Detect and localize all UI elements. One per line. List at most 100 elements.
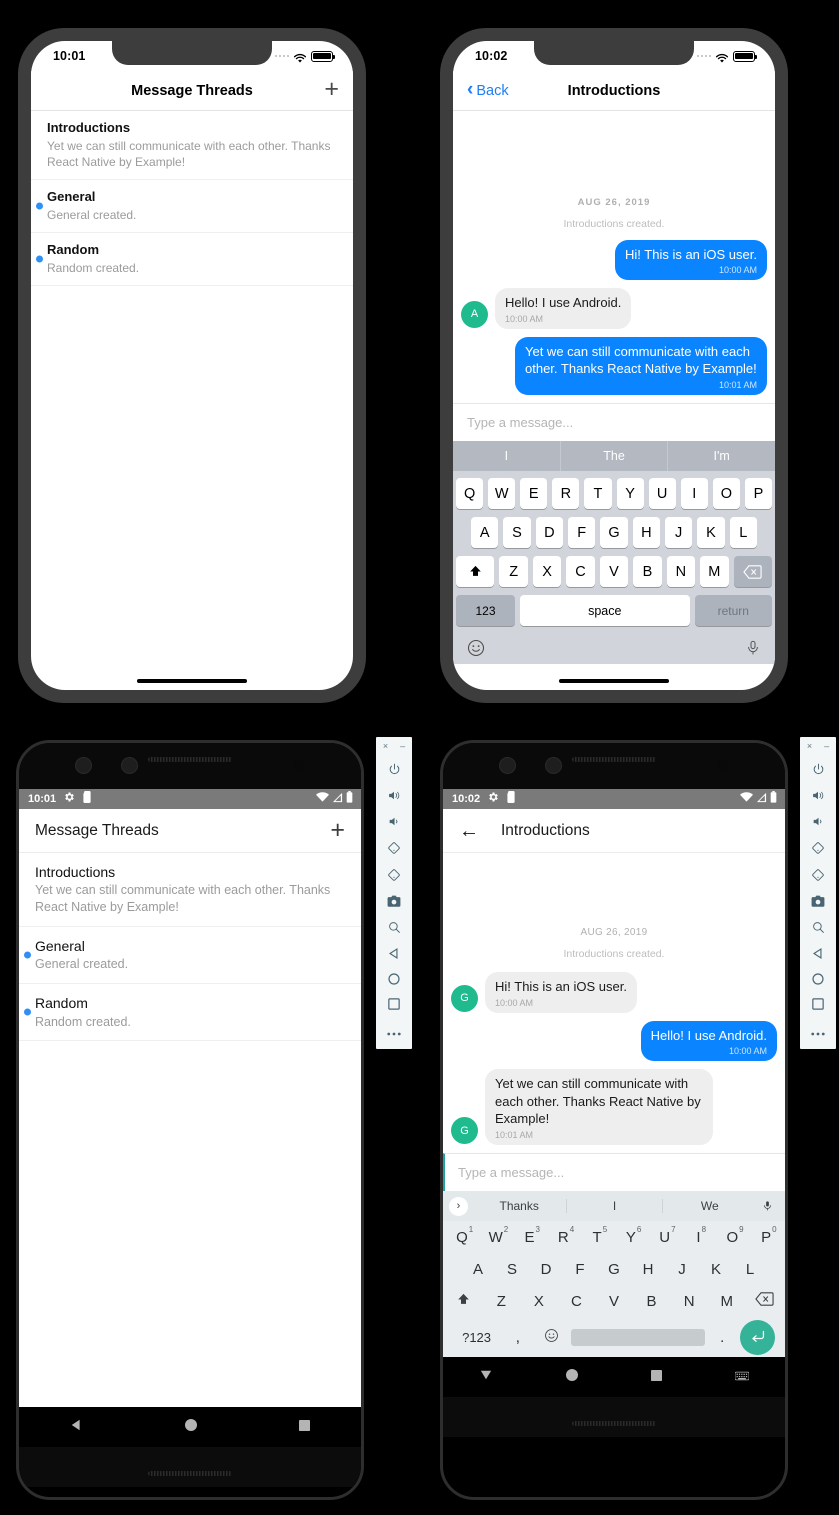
- recents-square-icon[interactable]: [299, 1418, 311, 1436]
- key-o[interactable]: O: [712, 478, 740, 509]
- numeric-key[interactable]: 123: [456, 595, 515, 626]
- suggestion-chip[interactable]: The: [561, 441, 669, 471]
- period-key[interactable]: .: [709, 1329, 736, 1346]
- camera-icon[interactable]: [811, 888, 825, 914]
- key-f[interactable]: F: [568, 517, 596, 548]
- minimize-icon[interactable]: –: [400, 742, 405, 751]
- home-icon[interactable]: [812, 966, 824, 991]
- key-a[interactable]: A: [471, 517, 499, 548]
- enter-icon[interactable]: [740, 1319, 775, 1355]
- key-e[interactable]: E3: [513, 1225, 547, 1246]
- key-z[interactable]: Z: [499, 556, 528, 587]
- back-triangle-icon[interactable]: [70, 1418, 84, 1437]
- chevron-right-icon[interactable]: ›: [449, 1196, 468, 1216]
- key-h[interactable]: H: [632, 517, 660, 548]
- shift-icon[interactable]: [445, 1292, 483, 1311]
- key-q[interactable]: Q: [456, 478, 484, 509]
- volume-up-icon[interactable]: [387, 782, 401, 808]
- close-icon[interactable]: ×: [383, 742, 388, 751]
- list-item[interactable]: General General created.: [19, 927, 361, 985]
- key-y[interactable]: Y6: [614, 1225, 648, 1246]
- home-indicator[interactable]: [137, 679, 247, 683]
- home-circle-icon[interactable]: [185, 1418, 198, 1436]
- key-m[interactable]: M: [700, 556, 729, 587]
- home-circle-icon[interactable]: [566, 1368, 579, 1386]
- list-item[interactable]: General General created.: [31, 180, 353, 234]
- rotate-left-icon[interactable]: [811, 834, 825, 861]
- key-z[interactable]: Z: [483, 1293, 521, 1310]
- back-icon[interactable]: [812, 940, 825, 966]
- volume-up-icon[interactable]: [811, 782, 825, 808]
- back-icon[interactable]: [388, 940, 401, 966]
- emoji-icon[interactable]: [467, 639, 485, 662]
- key-i[interactable]: I8: [682, 1225, 716, 1246]
- key-x[interactable]: X: [532, 556, 562, 587]
- add-thread-button[interactable]: +: [324, 76, 339, 105]
- close-icon[interactable]: ×: [807, 742, 812, 751]
- volume-down-icon[interactable]: [387, 808, 401, 834]
- symbols-key[interactable]: ?123: [453, 1330, 500, 1345]
- back-arrow-icon[interactable]: ←: [459, 821, 479, 841]
- key-r[interactable]: R4: [546, 1225, 580, 1246]
- list-item[interactable]: Introductions Yet we can still communica…: [31, 111, 353, 181]
- keyboard-icon[interactable]: [734, 1368, 750, 1386]
- back-triangle-icon[interactable]: [479, 1368, 493, 1386]
- key-g[interactable]: G: [600, 517, 628, 548]
- key-q[interactable]: Q1: [445, 1225, 479, 1246]
- key-c[interactable]: C: [558, 1293, 596, 1310]
- key-x[interactable]: X: [520, 1293, 558, 1310]
- emoji-icon[interactable]: [536, 1328, 567, 1347]
- key-g[interactable]: G: [597, 1261, 631, 1278]
- volume-down-icon[interactable]: [811, 808, 825, 834]
- key-e[interactable]: E: [520, 478, 548, 509]
- key-h[interactable]: H: [631, 1261, 665, 1278]
- backspace-icon[interactable]: [733, 556, 772, 587]
- overview-icon[interactable]: [812, 991, 824, 1016]
- comma-key[interactable]: ,: [504, 1329, 531, 1346]
- suggestion-chip[interactable]: I'm: [668, 441, 775, 471]
- rotate-right-icon[interactable]: [811, 861, 825, 888]
- key-r[interactable]: R: [552, 478, 580, 509]
- key-n[interactable]: N: [666, 556, 696, 587]
- list-item[interactable]: Random Random created.: [19, 984, 361, 1042]
- key-b[interactable]: B: [633, 1293, 671, 1310]
- shift-icon[interactable]: [456, 556, 495, 587]
- microphone-icon[interactable]: [745, 639, 761, 662]
- key-l[interactable]: L: [733, 1261, 767, 1278]
- suggestion-chip[interactable]: I: [453, 441, 561, 471]
- suggestion-chip[interactable]: Thanks: [472, 1199, 568, 1213]
- key-w[interactable]: W2: [479, 1225, 513, 1246]
- key-a[interactable]: A: [461, 1261, 495, 1278]
- space-key[interactable]: [571, 1328, 705, 1346]
- suggestion-chip[interactable]: I: [567, 1199, 663, 1213]
- minimize-icon[interactable]: –: [824, 742, 829, 751]
- key-d[interactable]: D: [535, 517, 563, 548]
- overview-icon[interactable]: [388, 991, 400, 1016]
- back-button[interactable]: ‹ Back: [467, 80, 509, 99]
- recents-square-icon[interactable]: [650, 1368, 662, 1386]
- key-k[interactable]: K: [699, 1261, 733, 1278]
- key-o[interactable]: O9: [715, 1225, 749, 1246]
- return-key[interactable]: return: [694, 595, 772, 626]
- more-icon[interactable]: [811, 1016, 825, 1043]
- key-t[interactable]: T: [584, 478, 612, 509]
- suggestion-chip[interactable]: We: [663, 1199, 757, 1213]
- key-t[interactable]: T5: [580, 1225, 614, 1246]
- key-v[interactable]: V: [595, 1293, 633, 1310]
- key-i[interactable]: I: [680, 478, 708, 509]
- key-l[interactable]: L: [729, 517, 757, 548]
- key-y[interactable]: Y: [616, 478, 644, 509]
- key-n[interactable]: N: [670, 1293, 708, 1310]
- key-b[interactable]: B: [633, 556, 662, 587]
- power-icon[interactable]: [388, 756, 401, 782]
- key-j[interactable]: J: [665, 1261, 699, 1278]
- key-u[interactable]: U7: [648, 1225, 682, 1246]
- home-indicator[interactable]: [559, 679, 669, 683]
- space-key[interactable]: space: [519, 595, 690, 626]
- message-input[interactable]: Type a message...: [443, 1153, 785, 1191]
- add-thread-button[interactable]: +: [330, 818, 345, 843]
- key-m[interactable]: M: [708, 1293, 746, 1310]
- list-item[interactable]: Random Random created.: [31, 233, 353, 287]
- key-f[interactable]: F: [563, 1261, 597, 1278]
- backspace-icon[interactable]: [745, 1292, 783, 1310]
